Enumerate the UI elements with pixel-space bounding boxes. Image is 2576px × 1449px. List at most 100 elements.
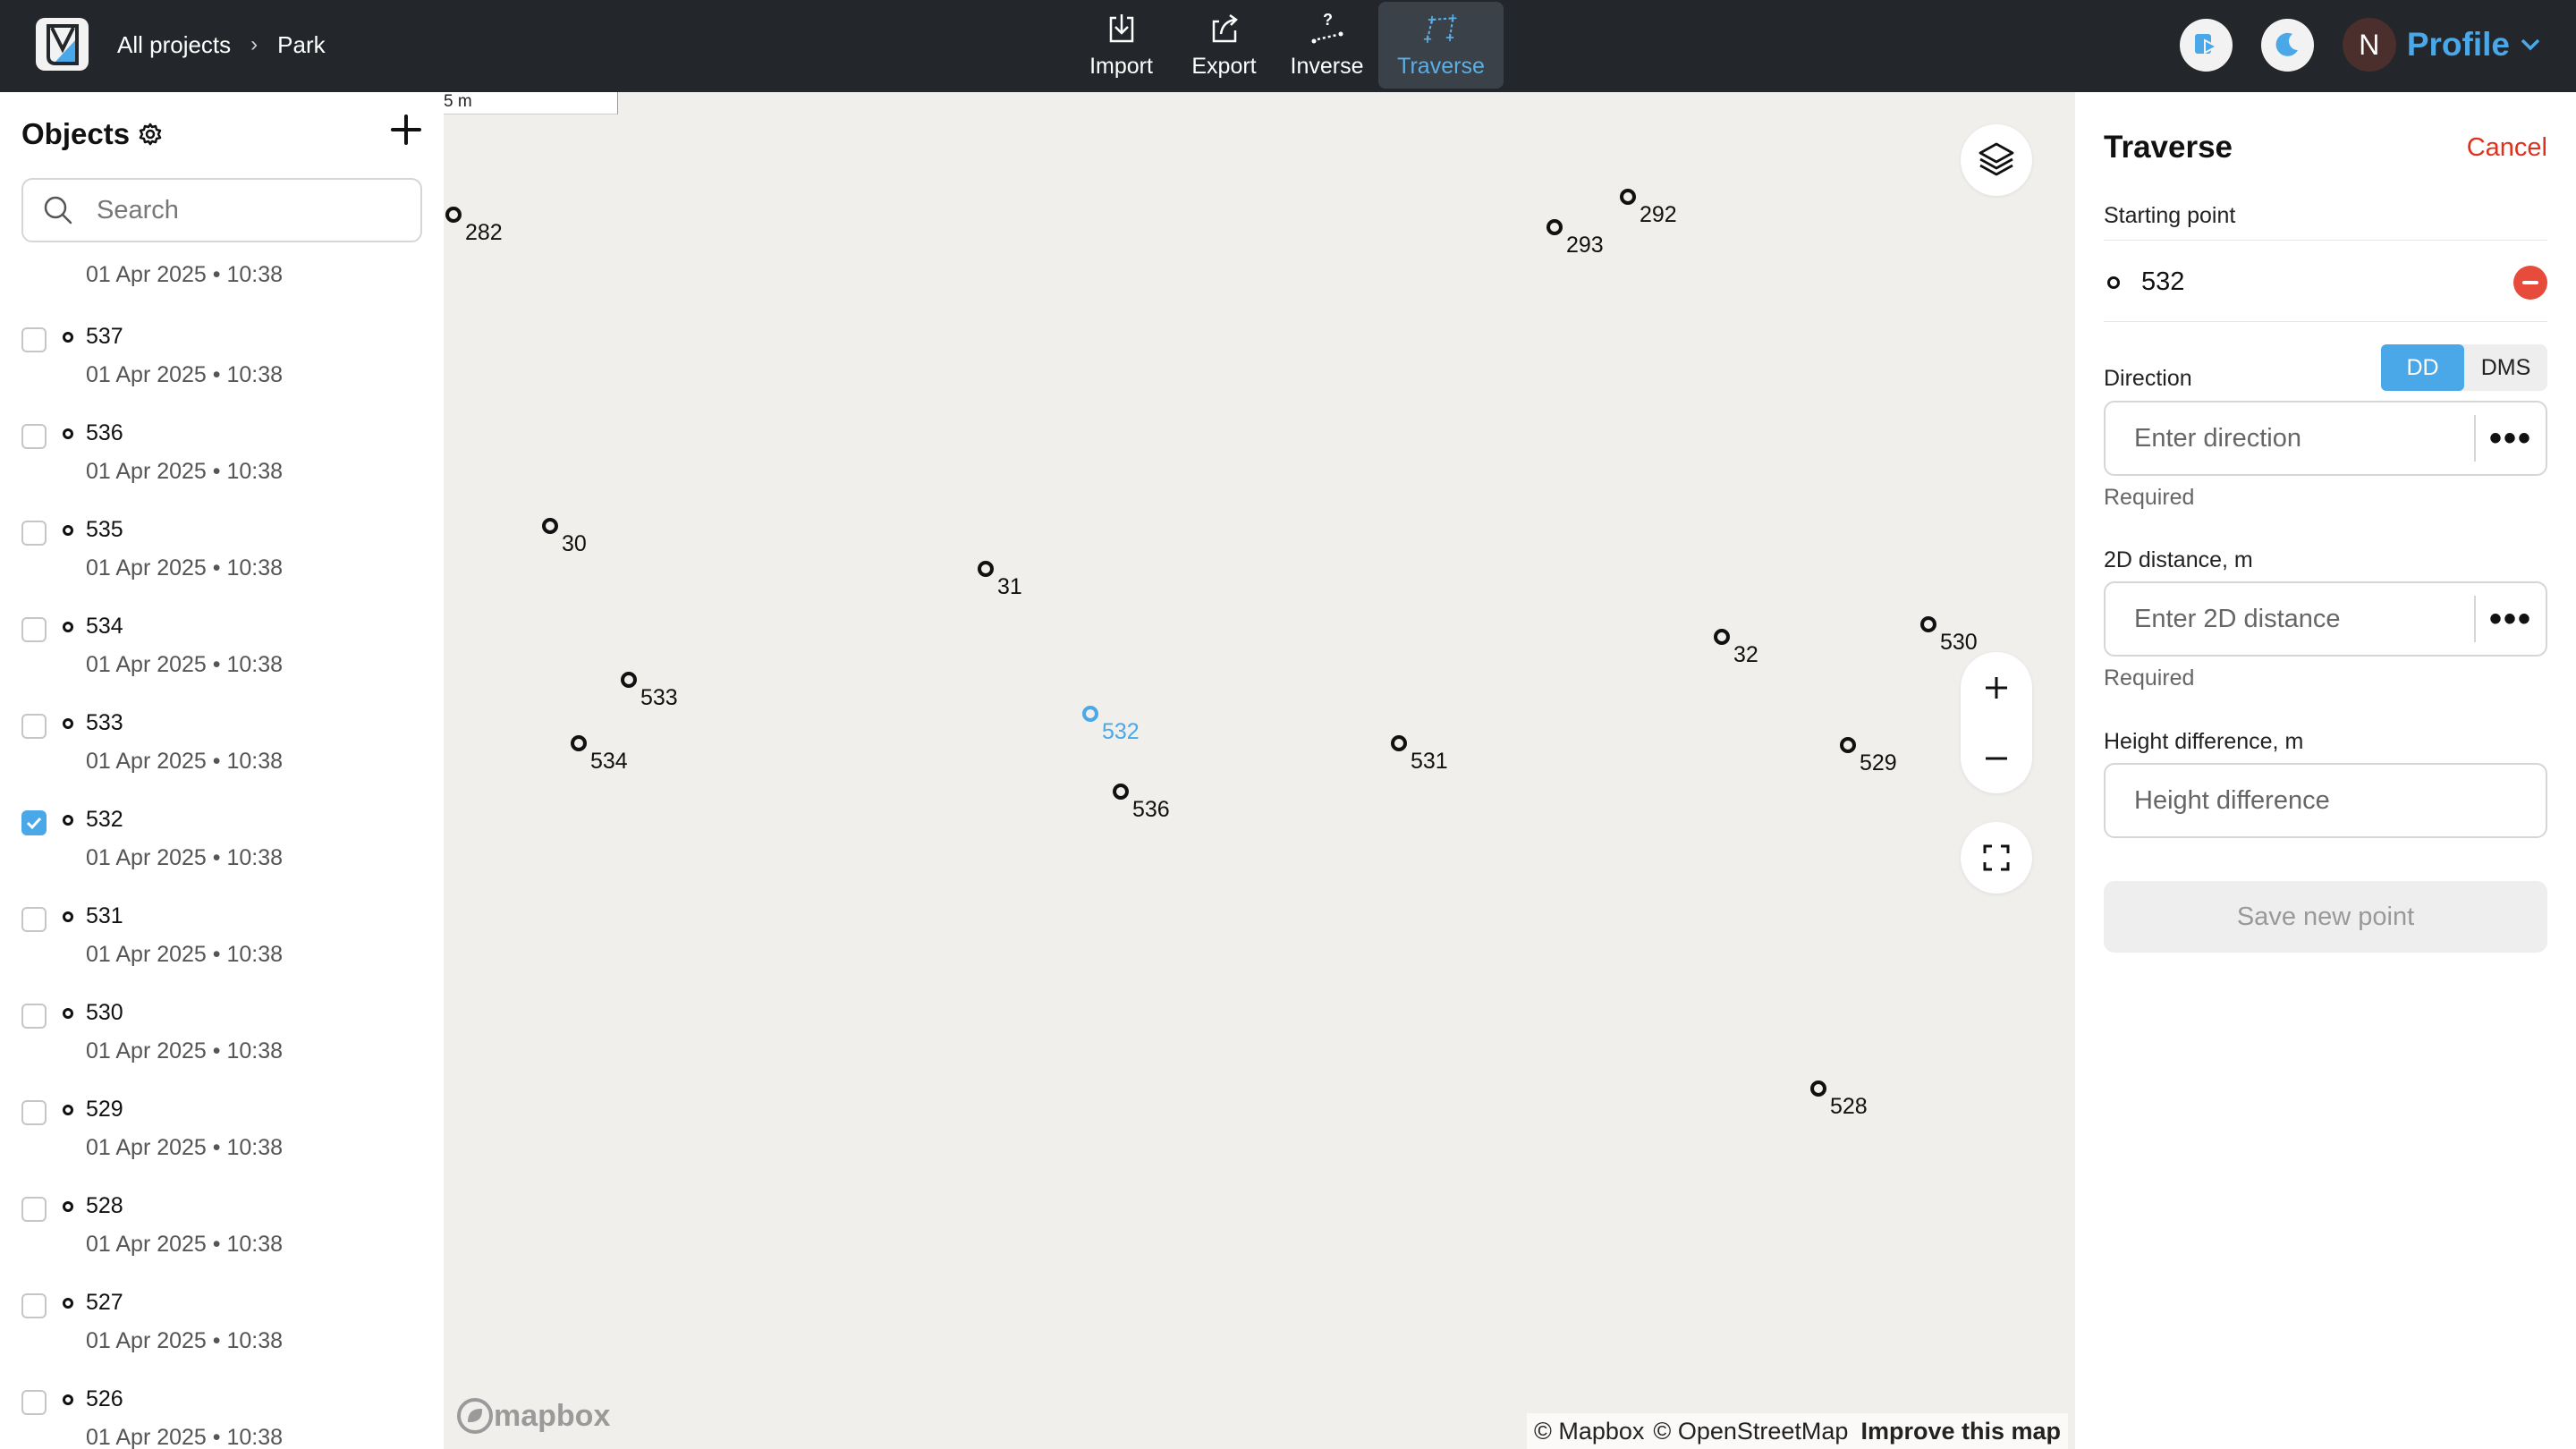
improve-map-link[interactable]: Improve this map (1860, 1418, 2061, 1445)
point-label: 293 (1566, 233, 1604, 258)
traverse-icon (1423, 14, 1457, 43)
item-name: 526 (86, 1386, 123, 1411)
item-checkbox[interactable] (21, 1004, 47, 1029)
minus-icon (2522, 281, 2538, 284)
fullscreen-icon (1983, 844, 2010, 871)
dark-mode-toggle[interactable] (2260, 18, 2314, 72)
list-item[interactable]: 530 01 Apr 2025 • 10:38 (0, 990, 444, 1087)
point-icon (63, 911, 73, 922)
distance-more-button[interactable]: ••• (2474, 596, 2546, 642)
inverse-button[interactable]: ? Inverse (1275, 2, 1378, 89)
direction-more-button[interactable]: ••• (2474, 415, 2546, 462)
gear-icon[interactable] (139, 123, 162, 146)
list-item[interactable]: 537 01 Apr 2025 • 10:38 (0, 314, 444, 411)
list-item[interactable]: 535 01 Apr 2025 • 10:38 (0, 507, 444, 604)
item-checkbox[interactable] (21, 1293, 47, 1318)
export-label: Export (1191, 54, 1257, 79)
point-label: 30 (562, 531, 587, 556)
export-button[interactable]: Export (1173, 2, 1275, 89)
item-checkbox[interactable] (21, 327, 47, 352)
list-item[interactable]: 534 01 Apr 2025 • 10:38 (0, 604, 444, 700)
traverse-button[interactable]: Traverse (1378, 2, 1504, 89)
attribution-mapbox[interactable]: © Mapbox (1534, 1418, 1644, 1445)
list-item[interactable]: 532 01 Apr 2025 • 10:38 (0, 797, 444, 894)
angle-unit-toggle: DD DMS (2381, 344, 2547, 391)
item-checkbox-checked[interactable] (21, 810, 47, 835)
item-date: 01 Apr 2025 • 10:38 (86, 1425, 284, 1449)
zoom-out-button[interactable] (1961, 723, 2032, 793)
item-checkbox[interactable] (21, 424, 47, 449)
distance-input[interactable] (2134, 604, 2456, 634)
item-checkbox[interactable] (21, 521, 47, 546)
header-right-controls: N Profile (2151, 16, 2540, 73)
point-icon (63, 1298, 73, 1309)
add-object-icon[interactable] (388, 112, 424, 148)
item-date: 01 Apr 2025 • 10:38 (86, 459, 284, 484)
breadcrumb-current-project[interactable]: Park (277, 31, 325, 59)
item-name: 535 (86, 517, 123, 542)
list-item[interactable]: 526 01 Apr 2025 • 10:38 (0, 1377, 444, 1449)
direction-input[interactable] (2134, 423, 2456, 453)
chevron-down-icon (2521, 38, 2540, 51)
distance-required-hint: Required (2104, 665, 2195, 691)
item-checkbox[interactable] (21, 1100, 47, 1125)
list-item[interactable]: 529 01 Apr 2025 • 10:38 (0, 1087, 444, 1183)
point-label: 534 (590, 749, 628, 774)
point-icon (63, 718, 73, 729)
layers-button[interactable] (1961, 124, 2032, 196)
point-label: 529 (1860, 750, 1897, 775)
mapbox-logo[interactable]: mapbox (456, 1397, 610, 1435)
breadcrumb-all-projects[interactable]: All projects (117, 31, 231, 59)
app-logo[interactable] (36, 18, 89, 71)
import-icon (1109, 14, 1133, 43)
fullscreen-button[interactable] (1961, 822, 2032, 894)
point-marker (542, 518, 558, 534)
map-attribution: © Mapbox © OpenStreetMap Improve this ma… (1526, 1413, 2068, 1449)
starting-point-row: 532 (2104, 240, 2547, 322)
mapbox-logo-icon (457, 1398, 493, 1434)
point-marker (1546, 219, 1563, 235)
item-checkbox[interactable] (21, 907, 47, 932)
item-name: 534 (86, 614, 123, 639)
cancel-button[interactable]: Cancel (2467, 133, 2547, 163)
import-button[interactable]: Import (1070, 2, 1173, 89)
list-item[interactable]: 527 01 Apr 2025 • 10:38 (0, 1280, 444, 1377)
point-label: 32 (1733, 642, 1758, 667)
point-icon (63, 1394, 73, 1405)
point-icon (2107, 276, 2120, 289)
item-date: 01 Apr 2025 • 10:38 (86, 555, 284, 580)
list-item[interactable]: 536 01 Apr 2025 • 10:38 (0, 411, 444, 507)
search-box (21, 178, 422, 242)
unit-dd-option[interactable]: DD (2381, 344, 2464, 391)
point-label: 528 (1830, 1094, 1868, 1119)
zoom-in-button[interactable] (1961, 652, 2032, 723)
list-item[interactable]: 531 01 Apr 2025 • 10:38 (0, 894, 444, 990)
objects-title: Objects (21, 117, 131, 150)
unit-dms-option[interactable]: DMS (2464, 344, 2547, 391)
search-icon (44, 196, 72, 225)
item-date: 01 Apr 2025 • 10:38 (86, 1232, 284, 1257)
list-item[interactable]: 533 01 Apr 2025 • 10:38 (0, 700, 444, 797)
point-marker (1113, 784, 1129, 800)
item-name: 532 (86, 807, 123, 832)
profile-label: Profile (2406, 26, 2510, 63)
point-marker (1082, 706, 1098, 722)
tour-button[interactable] (2179, 18, 2233, 72)
item-checkbox[interactable] (21, 1390, 47, 1415)
point-label: 292 (1640, 202, 1677, 227)
list-item[interactable]: 528 01 Apr 2025 • 10:38 (0, 1183, 444, 1280)
item-checkbox[interactable] (21, 617, 47, 642)
remove-starting-point-button[interactable] (2513, 266, 2547, 300)
search-input[interactable] (97, 195, 401, 225)
item-name: 528 (86, 1193, 123, 1218)
point-icon (63, 622, 73, 632)
attribution-osm[interactable]: © OpenStreetMap (1653, 1418, 1848, 1445)
item-checkbox[interactable] (21, 714, 47, 739)
item-checkbox[interactable] (21, 1197, 47, 1222)
zoom-controls (1961, 652, 2032, 793)
save-new-point-button[interactable]: Save new point (2104, 881, 2547, 953)
avatar[interactable]: N (2342, 18, 2396, 72)
map-canvas[interactable]: 5 m 282 292 293 30 31 32 530 533 532 531… (444, 92, 2075, 1449)
height-difference-input[interactable] (2134, 785, 2456, 816)
profile-menu[interactable]: Profile (2407, 26, 2540, 64)
